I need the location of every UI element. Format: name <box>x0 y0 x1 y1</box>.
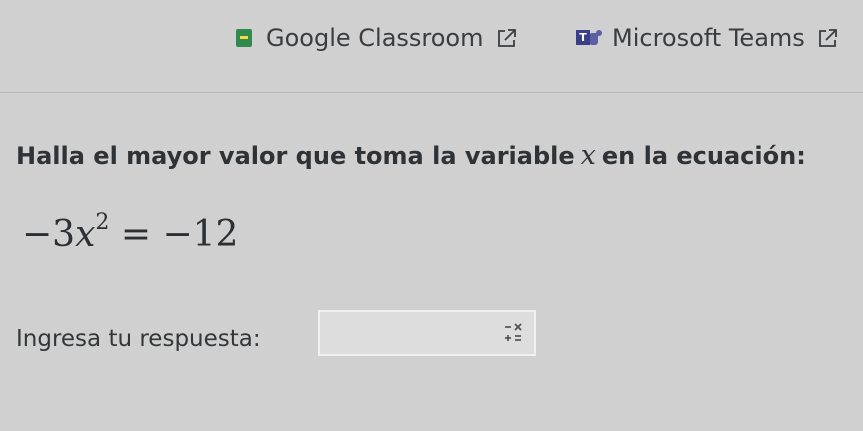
divider <box>0 92 863 93</box>
equation-rhs: = −12 <box>120 214 239 255</box>
equation-variable: x <box>75 214 96 255</box>
microsoft-teams-share-link[interactable]: T Microsoft Teams <box>576 24 839 52</box>
answer-label: Ingresa tu respuesta: <box>16 326 261 352</box>
math-keyboard-icon[interactable] <box>502 321 524 345</box>
equation-exponent: 2 <box>95 210 110 235</box>
teams-icon-glyph: T <box>576 30 590 45</box>
microsoft-teams-label: Microsoft Teams <box>612 24 805 52</box>
question-variable: x <box>580 140 596 171</box>
equation-coefficient: −3 <box>22 214 76 255</box>
google-classroom-label: Google Classroom <box>266 24 484 52</box>
question-prompt: Halla el mayor valor que toma la variabl… <box>16 140 806 171</box>
external-link-icon <box>817 27 839 49</box>
google-classroom-icon <box>236 29 252 47</box>
question-suffix: en la ecuación: <box>601 142 806 170</box>
google-classroom-share-link[interactable]: Google Classroom <box>236 24 518 52</box>
equation: −3x2 = −12 <box>22 210 239 255</box>
question-prefix: Halla el mayor valor que toma la variabl… <box>16 142 575 170</box>
microsoft-teams-icon: T <box>576 28 602 48</box>
external-link-icon <box>496 27 518 49</box>
share-bar: Google Classroom T Microsoft Teams <box>0 0 863 92</box>
answer-input[interactable] <box>318 310 536 356</box>
